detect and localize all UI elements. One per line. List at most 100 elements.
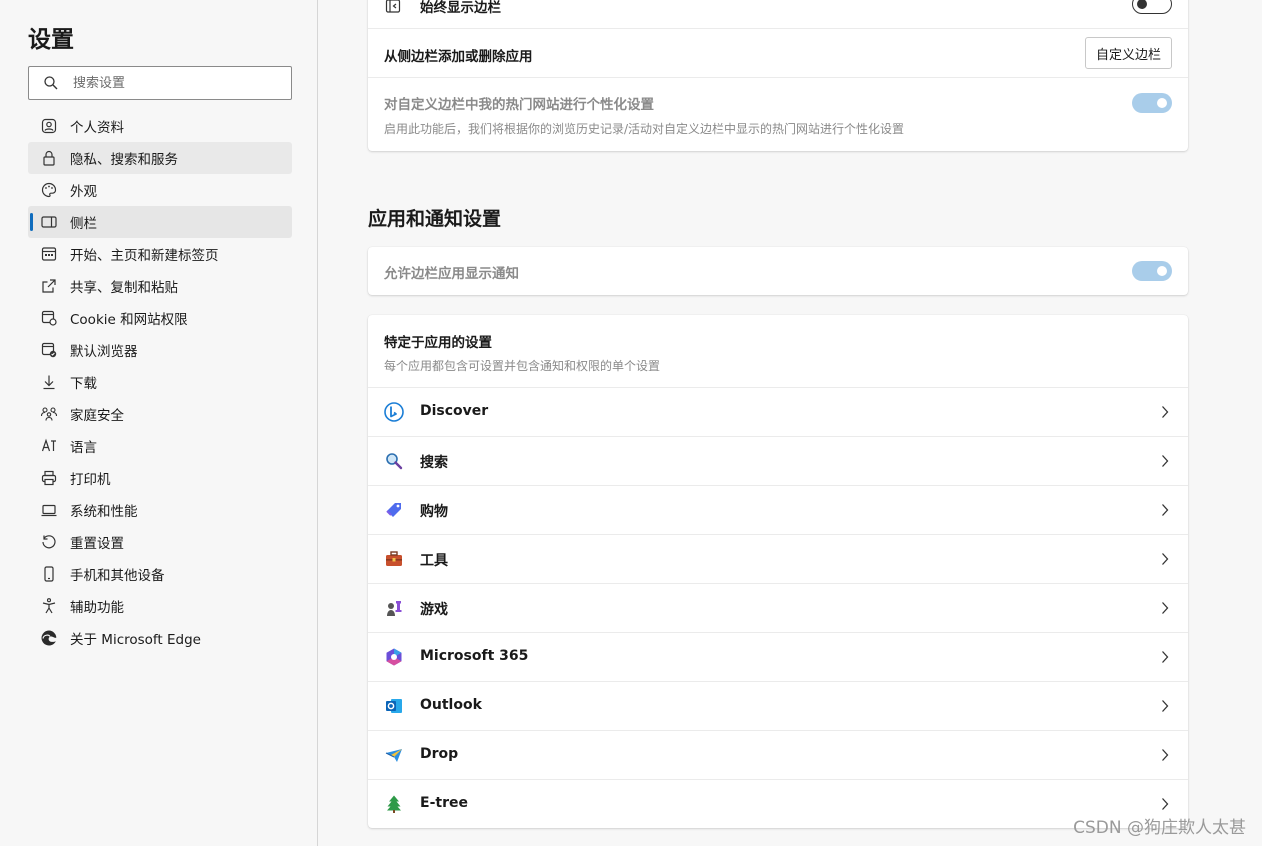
app-name: Discover — [420, 403, 489, 419]
profile-icon — [40, 117, 58, 135]
sidebar-item-about-edge[interactable]: 关于 Microsoft Edge — [28, 622, 292, 654]
search-icon — [43, 75, 59, 91]
app-row-e-tree[interactable]: E-tree — [368, 780, 1188, 829]
chevron-right-icon — [1160, 502, 1170, 518]
sidebar-item-family-safety[interactable]: 家庭安全 — [28, 398, 292, 430]
sidebar-item-label: 关于 Microsoft Edge — [70, 632, 201, 648]
sidebar-item-phone[interactable]: 手机和其他设备 — [28, 558, 292, 590]
sidebar-item-profile[interactable]: 个人资料 — [28, 110, 292, 142]
sidebar-item-default-browser[interactable]: 默认浏览器 — [28, 334, 292, 366]
toolbox-icon — [384, 549, 404, 569]
search-settings-input[interactable] — [73, 73, 283, 93]
app-specific-header: 特定于应用的设置 每个应用都包含可设置并包含通知和权限的单个设置 — [368, 315, 1188, 388]
app-name: Drop — [420, 746, 459, 762]
magnifier-icon — [384, 451, 404, 471]
app-row-tools[interactable]: 工具 — [368, 535, 1188, 584]
sidebar-item-printers[interactable]: 打印机 — [28, 462, 292, 494]
settings-sidebar: 设置 个人资料 隐私、搜索和服务 外观 侧栏 开始、主页和新建标签页 — [0, 0, 318, 846]
sidebar-item-label: 语言 — [70, 440, 97, 456]
chess-icon — [384, 598, 404, 618]
outlook-icon — [384, 696, 404, 716]
sidebar-item-label: 辅助功能 — [70, 600, 124, 616]
app-specific-settings-card: 特定于应用的设置 每个应用都包含可设置并包含通知和权限的单个设置 Discove… — [368, 315, 1188, 828]
app-name: E-tree — [420, 795, 468, 811]
app-row-outlook[interactable]: Outlook — [368, 682, 1188, 731]
app-row-games[interactable]: 游戏 — [368, 584, 1188, 633]
app-row-search[interactable]: 搜索 — [368, 437, 1188, 486]
sidebar-title: 设置 — [28, 27, 74, 53]
sidebar-settings-card: 始终显示边栏 从侧边栏添加或删除应用 自定义边栏 对自定义边栏中我的热门网站进行… — [368, 0, 1188, 151]
download-icon — [40, 373, 58, 391]
sidebar-item-cookie[interactable]: Cookie 和网站权限 — [28, 302, 292, 334]
chevron-right-icon — [1160, 551, 1170, 567]
sidebar-item-sidebar[interactable]: 侧栏 — [28, 206, 292, 238]
sidebar-item-accessibility[interactable]: 辅助功能 — [28, 590, 292, 622]
chevron-right-icon — [1160, 698, 1170, 714]
customize-sidebar-button[interactable]: 自定义边栏 — [1084, 37, 1172, 69]
sidebar-item-label: 共享、复制和粘贴 — [70, 280, 178, 296]
always-show-sidebar-row: 始终显示边栏 — [368, 0, 1188, 29]
sidebar-item-downloads[interactable]: 下载 — [28, 366, 292, 398]
allow-notifications-label: 允许边栏应用显示通知 — [384, 266, 519, 282]
family-icon — [40, 405, 58, 423]
sidebar-item-label: 开始、主页和新建标签页 — [70, 248, 219, 264]
sidebar-nav: 个人资料 隐私、搜索和服务 外观 侧栏 开始、主页和新建标签页 共享、复制和粘贴… — [28, 110, 292, 654]
chevron-right-icon — [1160, 649, 1170, 665]
app-name: Microsoft 365 — [420, 648, 529, 664]
personalize-top-sites-toggle[interactable] — [1132, 93, 1172, 113]
always-show-sidebar-toggle[interactable] — [1132, 0, 1172, 14]
app-name: 游戏 — [420, 602, 448, 618]
notifications-card: 允许边栏应用显示通知 — [368, 247, 1188, 295]
edge-logo-icon — [40, 629, 58, 647]
personalize-top-sites-label: 对自定义边栏中我的热门网站进行个性化设置 — [384, 97, 654, 113]
m365-icon — [384, 647, 404, 667]
always-show-sidebar-label: 始终显示边栏 — [420, 0, 501, 16]
sidebar-item-label: 重置设置 — [70, 536, 124, 552]
share-icon — [40, 277, 58, 295]
app-specific-title: 特定于应用的设置 — [384, 335, 492, 351]
app-row-shopping[interactable]: 购物 — [368, 486, 1188, 535]
printer-icon — [40, 469, 58, 487]
sidebar-item-share-copy-paste[interactable]: 共享、复制和粘贴 — [28, 270, 292, 302]
app-row-drop[interactable]: Drop — [368, 731, 1188, 780]
lock-icon — [40, 149, 58, 167]
app-name: 搜索 — [420, 455, 448, 471]
reset-icon — [40, 533, 58, 551]
language-icon — [40, 437, 58, 455]
cookie-icon — [40, 309, 58, 327]
sidebar-item-language[interactable]: 语言 — [28, 430, 292, 462]
home-icon — [40, 245, 58, 263]
sidebar-item-appearance[interactable]: 外观 — [28, 174, 292, 206]
sidebar-item-system[interactable]: 系统和性能 — [28, 494, 292, 526]
app-row-microsoft-365[interactable]: Microsoft 365 — [368, 633, 1188, 682]
app-name: 工具 — [420, 553, 448, 569]
app-row-discover[interactable]: Discover — [368, 388, 1188, 437]
chevron-right-icon — [1160, 600, 1170, 616]
chevron-right-icon — [1160, 453, 1170, 469]
sidebar-item-label: 系统和性能 — [70, 504, 138, 520]
sidebar-item-start-home[interactable]: 开始、主页和新建标签页 — [28, 238, 292, 270]
sidebar-item-label: 默认浏览器 — [70, 344, 138, 360]
sidebar-icon — [40, 213, 58, 231]
chevron-right-icon — [1160, 796, 1170, 812]
paper-plane-icon — [384, 745, 404, 765]
allow-notifications-toggle[interactable] — [1132, 261, 1172, 281]
search-settings-box[interactable] — [28, 66, 292, 100]
sidebar-item-label: 手机和其他设备 — [70, 568, 165, 584]
chevron-right-icon — [1160, 404, 1170, 420]
watermark: CSDN @狗庄欺人太甚 — [1073, 818, 1246, 838]
app-name: 购物 — [420, 504, 448, 520]
sidebar-item-reset[interactable]: 重置设置 — [28, 526, 292, 558]
personalize-top-sites-desc: 启用此功能后，我们将根据你的浏览历史记录/活动对自定义边栏中显示的热门网站进行个… — [384, 122, 905, 136]
section-title: 应用和通知设置 — [368, 208, 502, 230]
browser-icon — [40, 341, 58, 359]
accessibility-icon — [40, 597, 58, 615]
sidebar-item-label: 外观 — [70, 184, 97, 200]
sidebar-item-privacy[interactable]: 隐私、搜索和服务 — [28, 142, 292, 174]
palette-icon — [40, 181, 58, 199]
chevron-right-icon — [1160, 747, 1170, 763]
bing-icon — [384, 402, 404, 422]
shopping-tag-icon — [384, 500, 404, 520]
app-specific-desc: 每个应用都包含可设置并包含通知和权限的单个设置 — [384, 359, 661, 373]
sidebar-item-label: 下载 — [70, 376, 97, 392]
